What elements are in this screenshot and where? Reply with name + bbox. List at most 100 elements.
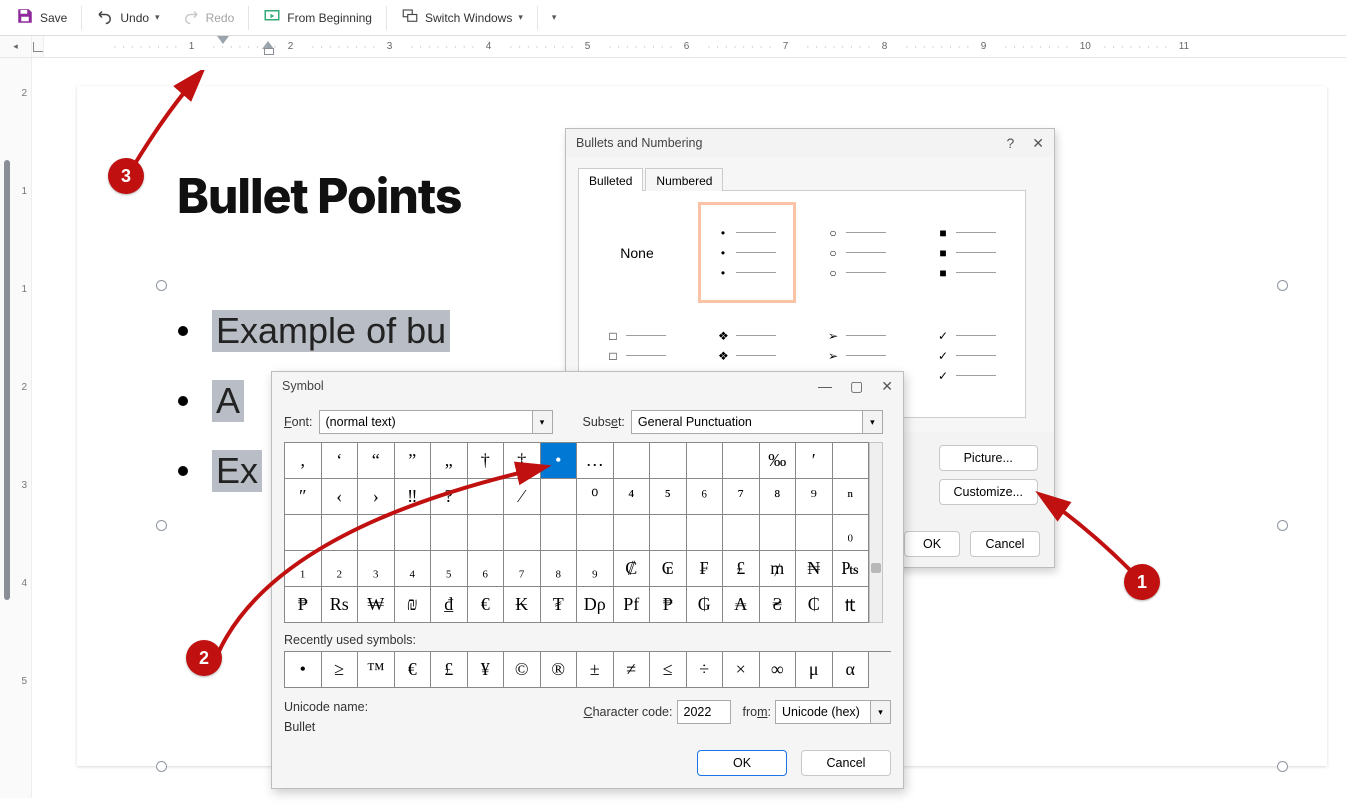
overflow-button[interactable]: ▾	[542, 8, 567, 27]
recent-symbol-cell[interactable]: ÷	[687, 652, 724, 688]
tab-bulleted[interactable]: Bulleted	[578, 168, 643, 191]
symbol-cell[interactable]: ₀	[833, 515, 870, 551]
symbol-cell[interactable]	[285, 515, 322, 551]
symbol-cell[interactable]	[541, 479, 578, 515]
tab-numbered[interactable]: Numbered	[645, 168, 723, 191]
symbol-cell[interactable]	[614, 443, 651, 479]
help-icon[interactable]: ?	[1006, 135, 1014, 152]
symbol-cell[interactable]: ?	[431, 479, 468, 515]
ok-button[interactable]: OK	[904, 531, 960, 557]
resize-handle[interactable]	[1277, 280, 1288, 291]
recent-symbol-cell[interactable]: ×	[723, 652, 760, 688]
from-beginning-button[interactable]: From Beginning	[253, 3, 382, 32]
symbol-cell[interactable]: ₄	[395, 551, 432, 587]
symbol-cell[interactable]: Pf	[614, 587, 651, 623]
cancel-button[interactable]: Cancel	[801, 750, 891, 776]
symbol-cell[interactable]: ⁸	[760, 479, 797, 515]
recent-symbol-cell[interactable]: μ	[796, 652, 833, 688]
recent-symbol-cell[interactable]: ®	[541, 652, 578, 688]
charcode-input[interactable]	[677, 700, 731, 724]
symbol-cell[interactable]: ⁄	[504, 479, 541, 515]
symbol-cell[interactable]	[577, 515, 614, 551]
recent-symbol-cell[interactable]: ≠	[614, 652, 651, 688]
close-icon[interactable]: ✕	[1032, 135, 1044, 152]
dialog-titlebar[interactable]: Bullets and Numbering ? ✕	[566, 129, 1054, 157]
chevron-down-icon[interactable]: ▾	[155, 12, 160, 23]
symbol-cell[interactable]: †	[468, 443, 505, 479]
symbol-cell[interactable]: ₮	[541, 587, 578, 623]
symbol-cell[interactable]: €	[468, 587, 505, 623]
font-combo[interactable]: ▾	[319, 410, 553, 434]
symbol-cell[interactable]: ⁹	[796, 479, 833, 515]
symbol-cell[interactable]: ›	[358, 479, 395, 515]
symbol-cell[interactable]: ₢	[650, 551, 687, 587]
symbol-cell[interactable]: ₁	[285, 551, 322, 587]
symbol-cell[interactable]: “	[358, 443, 395, 479]
close-icon[interactable]: ✕	[881, 378, 893, 395]
chevron-down-icon[interactable]: ▾	[533, 410, 553, 434]
symbol-cell[interactable]	[687, 515, 724, 551]
recent-symbol-cell[interactable]: ™	[358, 652, 395, 688]
recent-symbol-cell[interactable]: ©	[504, 652, 541, 688]
symbol-cell[interactable]: ₅	[431, 551, 468, 587]
resize-handle[interactable]	[1277, 761, 1288, 772]
symbol-cell[interactable]: ⁷	[723, 479, 760, 515]
symbol-cell[interactable]: ″	[285, 479, 322, 515]
symbol-cell[interactable]	[760, 515, 797, 551]
symbol-cell[interactable]: ‹	[322, 479, 359, 515]
symbol-cell[interactable]: ₳	[723, 587, 760, 623]
symbol-cell[interactable]: ₱	[650, 587, 687, 623]
symbol-cell[interactable]: ”	[395, 443, 432, 479]
from-combo[interactable]: ▾	[775, 700, 891, 724]
symbol-cell[interactable]: ₧	[833, 551, 870, 587]
vertical-scrollbar[interactable]	[4, 160, 10, 600]
recent-symbol-cell[interactable]: ±	[577, 652, 614, 688]
save-button[interactable]: Save	[6, 3, 77, 32]
symbol-cell[interactable]	[541, 515, 578, 551]
symbol-cell[interactable]: ₫	[431, 587, 468, 623]
bullet-option[interactable]: ○ ○ ○	[811, 205, 903, 300]
symbol-cell[interactable]: ‘	[322, 443, 359, 479]
resize-handle[interactable]	[1277, 520, 1288, 531]
symbol-cell[interactable]	[687, 443, 724, 479]
symbol-cell[interactable]: ₵	[796, 587, 833, 623]
subset-input[interactable]	[631, 410, 863, 434]
undo-button[interactable]: Undo ▾	[86, 3, 169, 32]
symbol-cell[interactable]: ‰	[760, 443, 797, 479]
from-input[interactable]	[775, 700, 871, 724]
font-input[interactable]	[319, 410, 533, 434]
resize-handle[interactable]	[156, 761, 167, 772]
symbol-cell[interactable]	[504, 515, 541, 551]
symbol-cell[interactable]: ₭	[504, 587, 541, 623]
symbol-cell[interactable]: Dρ	[577, 587, 614, 623]
symbol-cell[interactable]	[468, 479, 505, 515]
symbol-cell[interactable]	[650, 515, 687, 551]
symbol-cell[interactable]: •	[541, 443, 578, 479]
picture-button[interactable]: Picture...	[939, 445, 1038, 471]
symbol-cell[interactable]: ₶	[833, 587, 870, 623]
symbol-cell[interactable]: „	[431, 443, 468, 479]
symbol-cell[interactable]: ⁴	[614, 479, 651, 515]
bullet-option-none[interactable]: None	[591, 205, 683, 300]
symbol-cell[interactable]: ₆	[468, 551, 505, 587]
symbol-cell[interactable]: ₲	[687, 587, 724, 623]
symbol-cell[interactable]: ₣	[687, 551, 724, 587]
recent-symbol-cell[interactable]: •	[285, 652, 322, 688]
chevron-down-icon[interactable]: ▾	[871, 700, 891, 724]
symbol-cell[interactable]	[723, 443, 760, 479]
maximize-icon[interactable]: ▢	[850, 378, 863, 395]
symbol-cell[interactable]: ₪	[395, 587, 432, 623]
symbol-cell[interactable]: ‡	[504, 443, 541, 479]
symbol-cell[interactable]	[358, 515, 395, 551]
recent-symbol-cell[interactable]: ∞	[760, 652, 797, 688]
symbol-cell[interactable]: ⁶	[687, 479, 724, 515]
redo-button[interactable]: Redo	[172, 3, 245, 32]
switch-windows-button[interactable]: Switch Windows ▾	[391, 3, 533, 32]
minimize-icon[interactable]: —	[818, 378, 832, 395]
chevron-down-icon[interactable]: ▾	[863, 410, 883, 434]
symbol-cell[interactable]	[650, 443, 687, 479]
ruler-track[interactable]: 1234567891011	[44, 36, 1346, 57]
recent-symbol-cell[interactable]: ≥	[322, 652, 359, 688]
cancel-button[interactable]: Cancel	[970, 531, 1040, 557]
symbol-cell[interactable]	[395, 515, 432, 551]
